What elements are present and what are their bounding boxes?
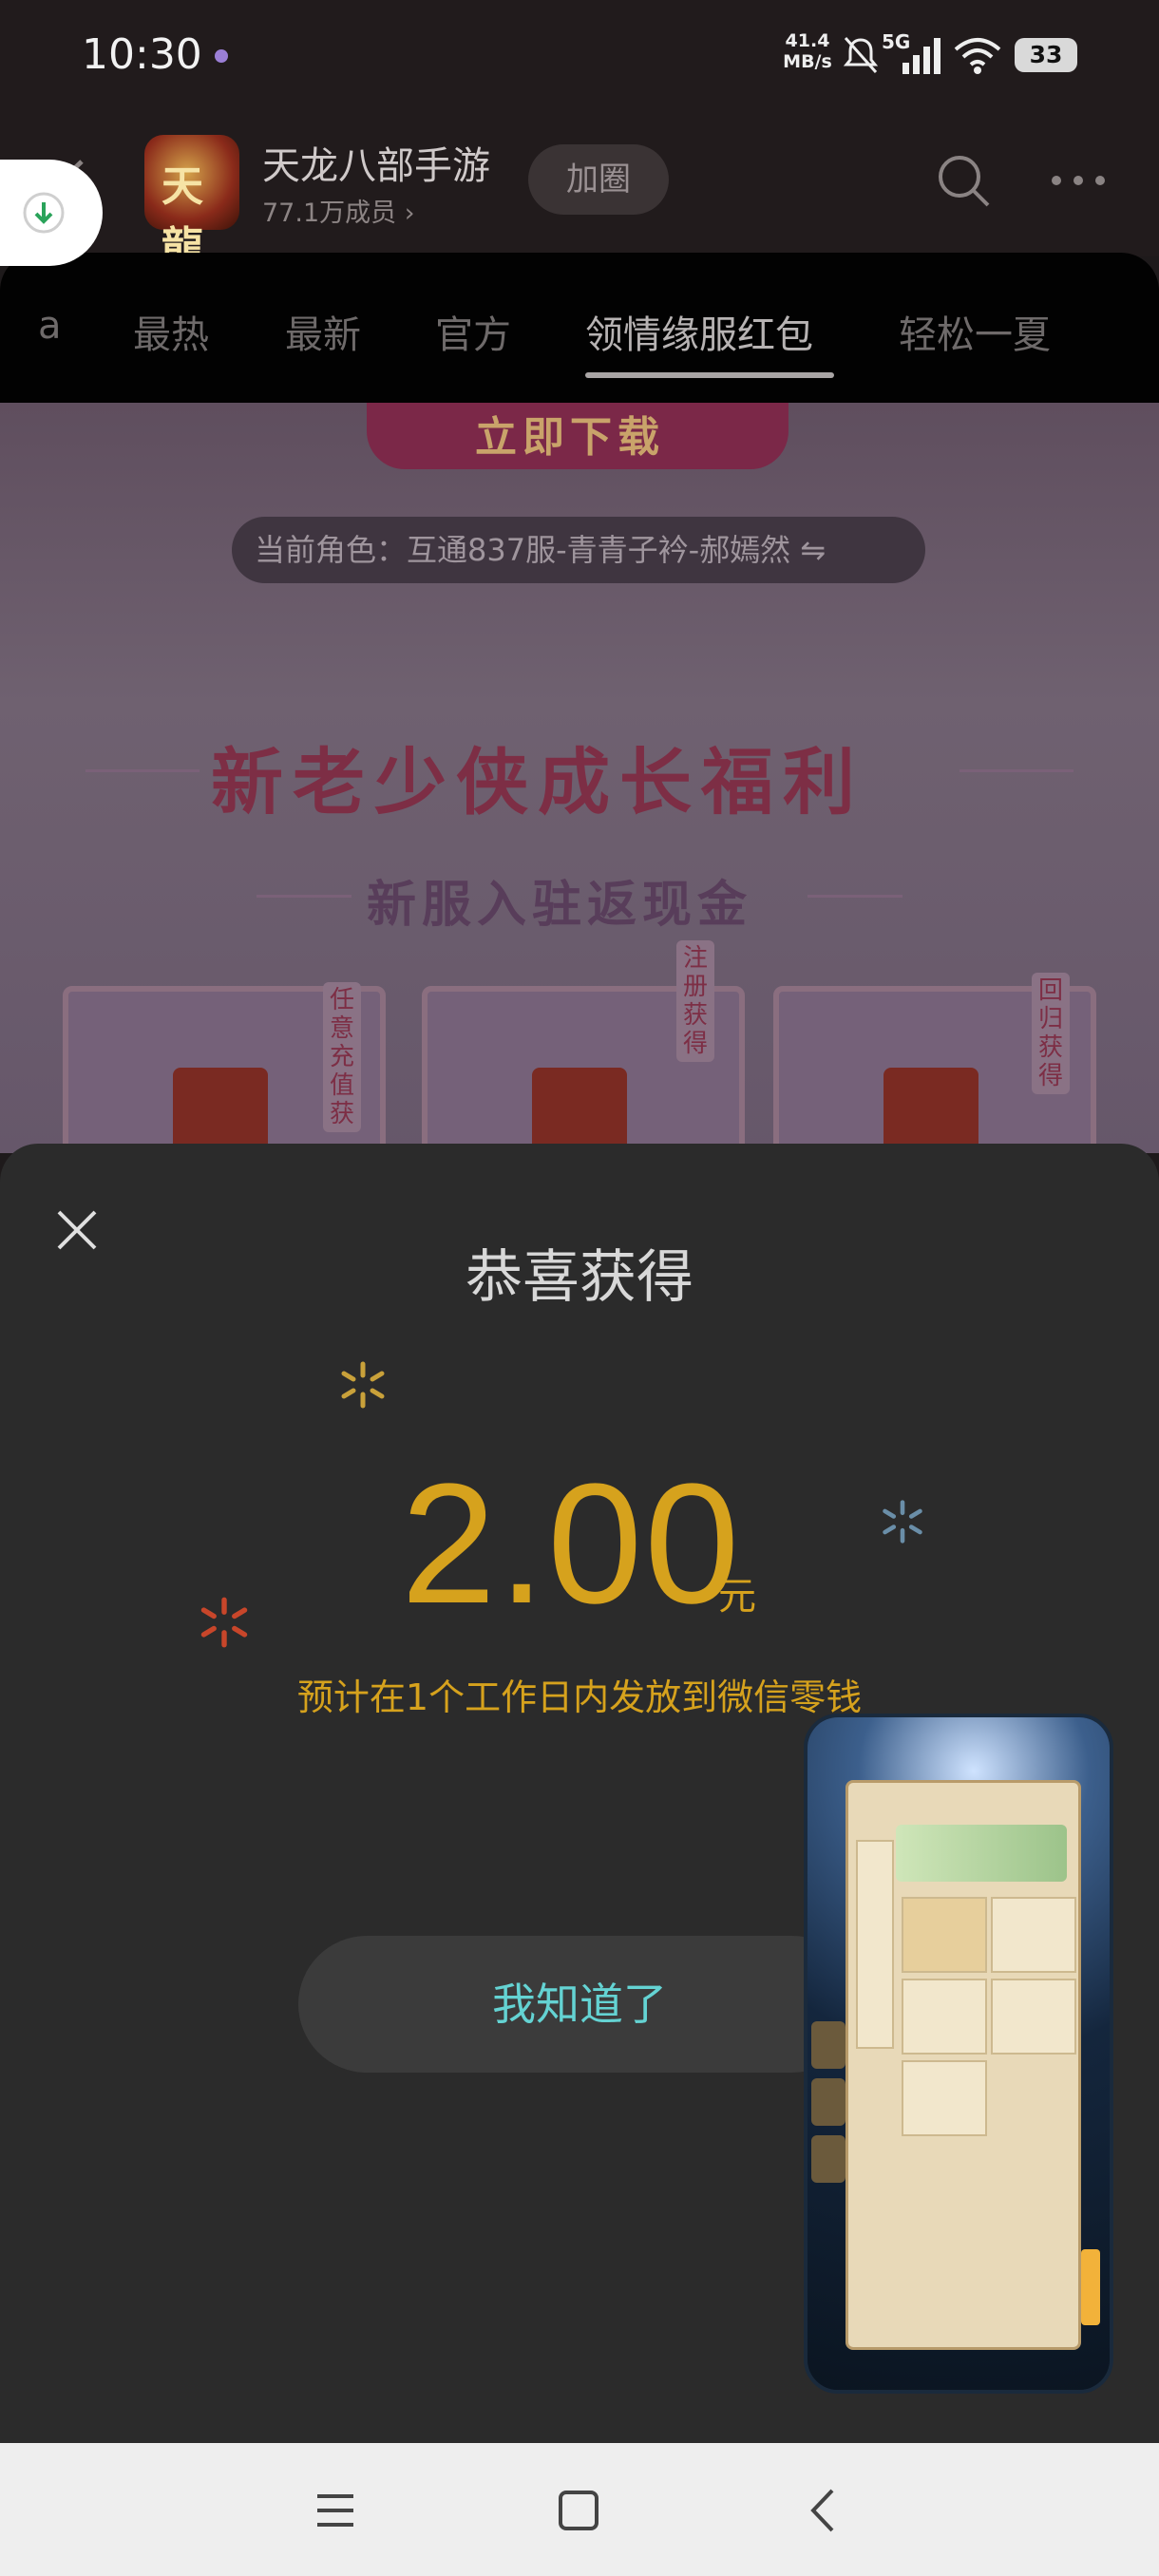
tab-hot[interactable]: 最热 bbox=[133, 304, 209, 359]
community-header: 天龍 天龙八部手游 77.1万成员 › 加圈 bbox=[0, 114, 1159, 272]
card-tag: 注册获得 bbox=[676, 940, 714, 1062]
decor-line bbox=[960, 769, 1074, 772]
tab-official[interactable]: 官方 bbox=[435, 304, 511, 359]
decor-line bbox=[256, 895, 352, 898]
more-options-icon[interactable] bbox=[1045, 152, 1112, 209]
community-name[interactable]: 天龙八部手游 bbox=[262, 135, 490, 190]
promo-subtitle: 新服入驻返现金 bbox=[367, 876, 753, 934]
home-icon[interactable] bbox=[555, 2487, 602, 2534]
game-panel-cell bbox=[902, 2060, 987, 2136]
search-icon[interactable] bbox=[935, 152, 992, 209]
battery-indicator: 33 bbox=[1015, 38, 1077, 72]
tab-latest[interactable]: 最新 bbox=[285, 304, 361, 359]
game-panel bbox=[846, 1780, 1081, 2350]
sparkle-icon bbox=[200, 1597, 248, 1648]
tab-red-packet[interactable]: 领情缘服红包 bbox=[585, 304, 813, 359]
chevron-right-icon: › bbox=[404, 199, 415, 228]
decor-line bbox=[86, 769, 200, 772]
category-tabs: a 最热 最新 官方 领情缘服红包 轻松一夏 bbox=[0, 253, 1159, 403]
tab-partial[interactable]: a bbox=[38, 304, 62, 348]
red-envelope-icon bbox=[532, 1068, 627, 1153]
game-panel-cell bbox=[902, 1979, 987, 2055]
event-page-background: 立即下载 当前角色：互通837服-青青子衿-郝嫣然 ⇋ 新老少侠成长福利 新服入… bbox=[0, 403, 1159, 1153]
dialog-title: 恭喜获得 bbox=[466, 1244, 694, 1311]
game-side-tab bbox=[811, 2135, 846, 2183]
reward-amount: 2.00 bbox=[401, 1449, 742, 1639]
current-role-selector[interactable]: 当前角色：互通837服-青青子衿-郝嫣然 ⇋ bbox=[232, 517, 925, 583]
promo-title: 新老少侠成长福利 bbox=[211, 740, 864, 824]
sparkle-icon bbox=[341, 1361, 385, 1409]
game-panel-menu bbox=[856, 1840, 894, 2049]
game-side-button bbox=[1081, 2249, 1100, 2325]
wifi-icon bbox=[954, 38, 1001, 74]
floating-download-button[interactable] bbox=[0, 160, 103, 266]
member-count[interactable]: 77.1万成员 › bbox=[262, 192, 415, 229]
notification-dot-icon bbox=[215, 49, 228, 63]
red-envelope-icon bbox=[884, 1068, 978, 1153]
game-panel-banner bbox=[896, 1825, 1067, 1882]
signal-icon bbox=[902, 38, 940, 74]
sparkle-icon bbox=[883, 1500, 922, 1544]
tab-summer[interactable]: 轻松一夏 bbox=[899, 304, 1051, 359]
red-envelope-icon bbox=[173, 1068, 268, 1153]
join-circle-button[interactable]: 加圈 bbox=[528, 144, 669, 215]
game-side-tab bbox=[811, 2078, 846, 2126]
decor-line bbox=[808, 895, 902, 898]
card-tag: 回归获得 bbox=[1032, 973, 1070, 1094]
download-icon bbox=[23, 192, 65, 234]
status-bar: 10:30 41.4 MB/s 5G 33 bbox=[0, 0, 1159, 114]
mute-bell-icon bbox=[843, 37, 879, 73]
active-tab-indicator bbox=[585, 372, 834, 378]
net-speed: 41.4 MB/s bbox=[783, 30, 832, 72]
game-panel-cell bbox=[991, 1979, 1076, 2055]
reward-currency: 元 bbox=[718, 1575, 756, 1619]
back-icon[interactable] bbox=[800, 2487, 847, 2534]
game-panel-cell bbox=[902, 1897, 987, 1973]
status-time: 10:30 bbox=[82, 30, 202, 79]
payout-note: 预计在1个工作日内发放到微信零钱 bbox=[296, 1676, 863, 1718]
game-side-tab bbox=[811, 2021, 846, 2069]
card-tag: 任意充值获 bbox=[323, 982, 361, 1132]
download-banner-label: 立即下载 bbox=[475, 413, 665, 462]
floating-game-window[interactable] bbox=[804, 1714, 1113, 2394]
confirm-button[interactable]: 我知道了 bbox=[298, 1936, 861, 2073]
app-logo[interactable]: 天龍 bbox=[144, 135, 239, 272]
menu-icon[interactable] bbox=[312, 2487, 359, 2534]
system-navigation-bar bbox=[0, 2443, 1159, 2576]
game-panel-cell bbox=[991, 1897, 1076, 1973]
